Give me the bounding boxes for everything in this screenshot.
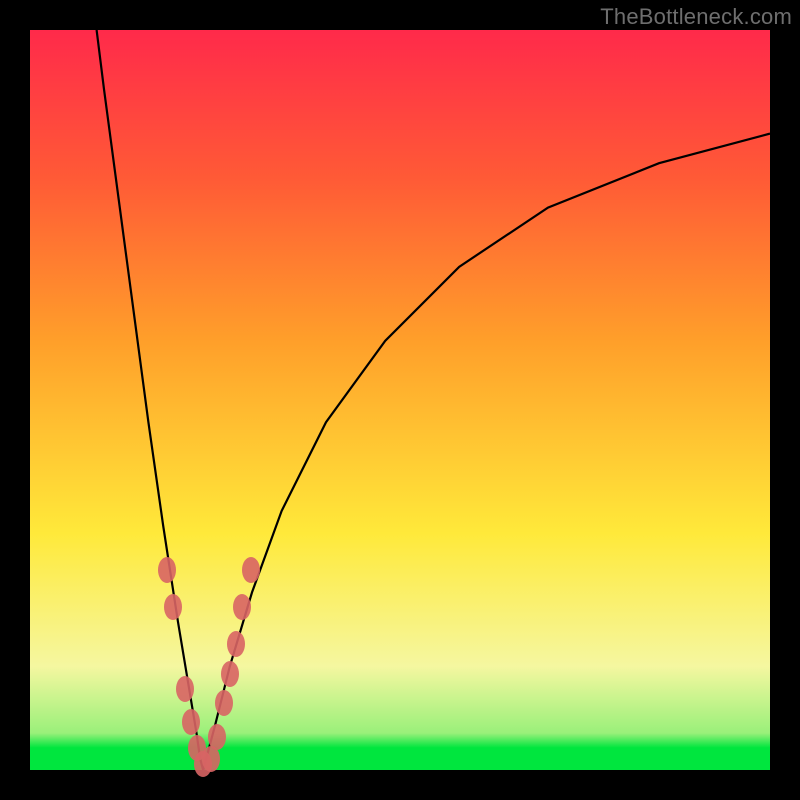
plot-area <box>30 30 770 770</box>
data-marker <box>158 557 176 583</box>
data-marker <box>164 594 182 620</box>
data-marker <box>176 676 194 702</box>
curve-layer <box>30 30 770 770</box>
data-marker <box>221 661 239 687</box>
curve-right-branch <box>203 134 770 770</box>
data-marker <box>242 557 260 583</box>
watermark-text: TheBottleneck.com <box>600 4 792 30</box>
curve-left-branch <box>97 30 204 770</box>
data-marker <box>208 724 226 750</box>
data-marker <box>227 631 245 657</box>
chart-frame: TheBottleneck.com <box>0 0 800 800</box>
